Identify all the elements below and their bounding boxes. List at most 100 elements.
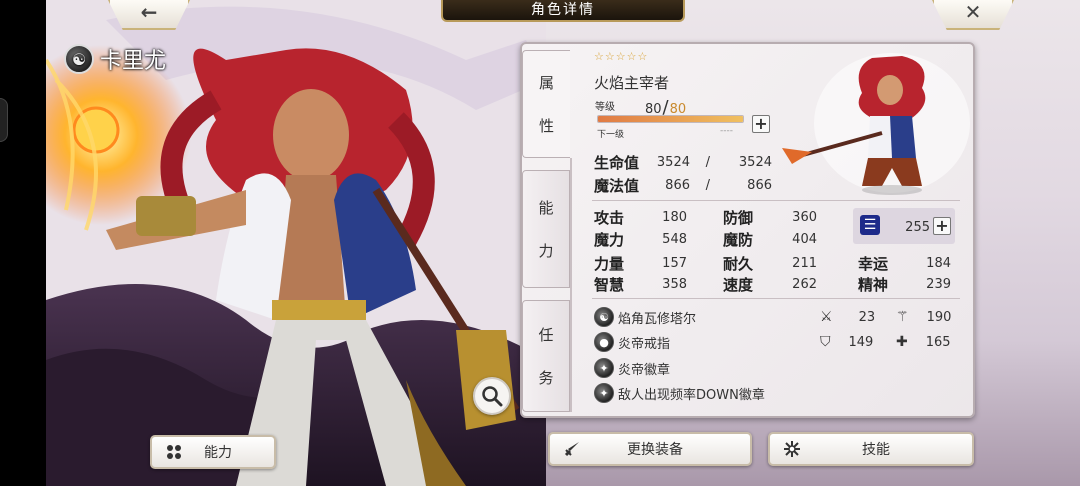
luck-label: 幸运 — [858, 255, 889, 273]
mp-separator: / — [705, 178, 710, 193]
hp-current: 3524 — [656, 155, 690, 170]
atk-label: 攻击 — [594, 209, 625, 227]
next-level-value: ---- — [720, 126, 733, 136]
mp-row: 魔法值 — [594, 175, 639, 196]
stat-luck: 幸运 — [858, 253, 888, 274]
level-up-plus-button[interactable]: + — [752, 115, 770, 133]
def-label: 防御 — [723, 209, 754, 227]
mdef-label: 魔防 — [723, 231, 754, 249]
character-chibi-portrait — [782, 48, 972, 198]
ability-button[interactable]: 能力 — [150, 435, 276, 469]
level-progress-bar — [597, 115, 744, 123]
next-level-label: 下一级 — [597, 130, 625, 140]
level-progress-fill — [598, 116, 743, 122]
mag-value: 548 — [662, 232, 687, 247]
shield-icon: ⛉ — [820, 334, 831, 350]
equip-staff-stat: ⚚ 190 — [896, 309, 951, 325]
stat-mdef: 魔防 — [723, 229, 753, 250]
character-name: 卡里尤 — [100, 49, 167, 74]
grid-dots-icon — [162, 444, 186, 460]
stat-def: 防御 — [723, 207, 753, 228]
rarity-stars: ☆☆☆☆☆ — [594, 50, 649, 63]
dark-element-icon: ☯ — [64, 44, 94, 74]
ring-icon: ● — [594, 332, 614, 352]
stat-spd: 速度 — [723, 274, 753, 295]
str-value: 157 — [662, 256, 687, 271]
change-equipment-label: 更换装备 — [627, 442, 683, 458]
tab-ability[interactable]: 能 力 — [522, 170, 570, 288]
str-label: 力量 — [594, 255, 625, 273]
equip-shield-stat: ⛉ 149 — [820, 334, 873, 350]
stat-spi: 精神 — [858, 274, 888, 295]
page-title: 角色详情 — [441, 0, 685, 22]
equipment-emblem-2[interactable]: ✦ 敌人出现频率DOWN徽章 — [594, 382, 765, 404]
equip-sword-stat: ⚔ 23 — [820, 309, 875, 325]
hp-label: 生命值 — [594, 154, 640, 172]
luck-value: 184 — [926, 256, 951, 271]
tab-ability-label-1: 能 — [538, 199, 554, 217]
equipment-emblem-2-name: 敌人出现频率DOWN徽章 — [618, 387, 765, 403]
tab-quest-label-2: 务 — [538, 369, 554, 387]
character-title: 火焰主宰者 — [594, 74, 670, 92]
staff-icon: ⚚ — [896, 309, 909, 325]
device-notch — [0, 98, 8, 142]
equipment-emblem-1[interactable]: ✦ 炎帝徽章 — [594, 357, 670, 379]
close-button[interactable]: ✕ — [932, 0, 1014, 30]
zoom-button[interactable] — [473, 377, 511, 415]
stat-atk: 攻击 — [594, 207, 624, 228]
sword-icon: ⚔ — [820, 309, 833, 325]
equipment-ring[interactable]: ● 炎帝戒指 — [594, 331, 670, 353]
mp-current: 866 — [665, 178, 690, 193]
vit-value: 211 — [792, 256, 817, 271]
armor-icon: ✚ — [896, 334, 908, 350]
def-value: 360 — [792, 210, 817, 225]
spd-label: 速度 — [723, 276, 754, 294]
character-name-plate: ☯ 卡里尤 — [64, 42, 166, 76]
hp-separator: / — [705, 155, 710, 170]
crest-plus-button[interactable]: + — [933, 217, 951, 235]
change-equipment-button[interactable]: 更换装备 — [548, 432, 752, 466]
wis-value: 358 — [662, 277, 687, 292]
crest-icon: ☰ — [860, 215, 880, 235]
stat-wis: 智慧 — [594, 274, 624, 295]
ability-button-label: 能力 — [204, 445, 232, 461]
equipment-emblem-1-name: 炎帝徽章 — [618, 362, 671, 378]
vit-label: 耐久 — [723, 255, 754, 273]
emblem-icon: ✦ — [594, 383, 614, 403]
wis-label: 智慧 — [594, 276, 625, 294]
level-label: 等级 — [595, 102, 615, 113]
stat-str: 力量 — [594, 253, 624, 274]
skill-button[interactable]: 技能 — [768, 432, 974, 466]
weapon-orb-icon: ☯ — [594, 307, 614, 327]
spi-value: 239 — [926, 277, 951, 292]
close-icon: ✕ — [964, 0, 982, 24]
tab-quest[interactable]: 任 务 — [522, 300, 570, 412]
divider — [592, 200, 960, 201]
tab-attributes-label-1: 属 — [538, 74, 554, 92]
sparkle-icon — [780, 440, 804, 458]
magnifier-icon — [482, 386, 503, 407]
atk-value: 180 — [662, 210, 687, 225]
equipment-ring-name: 炎帝戒指 — [618, 336, 671, 352]
equipment-weapon-name: 焰角瓦修塔尔 — [618, 311, 697, 327]
armor-stat-value: 165 — [925, 334, 951, 350]
tab-attributes-label-2: 性 — [538, 117, 554, 135]
stat-mag: 魔力 — [594, 229, 624, 250]
equip-armor-stat: ✚ 165 — [896, 334, 951, 350]
equipment-weapon[interactable]: ☯ 焰角瓦修塔尔 — [594, 306, 696, 328]
sword-icon — [560, 440, 584, 458]
staff-stat-value: 190 — [926, 309, 952, 325]
emblem-icon: ✦ — [594, 358, 614, 378]
shield-stat-value: 149 — [848, 334, 874, 350]
spi-label: 精神 — [858, 276, 889, 294]
spd-value: 262 — [792, 277, 817, 292]
mp-max: 866 — [747, 178, 772, 193]
sword-stat-value: 23 — [858, 309, 876, 325]
hp-row: 生命值 — [594, 152, 639, 173]
stat-vit: 耐久 — [723, 253, 753, 274]
back-arrow-icon: ← — [140, 0, 158, 24]
tab-attributes[interactable]: 属 性 — [522, 50, 570, 158]
tab-divider — [570, 158, 572, 412]
mag-label: 魔力 — [594, 231, 625, 249]
mdef-value: 404 — [792, 232, 817, 247]
